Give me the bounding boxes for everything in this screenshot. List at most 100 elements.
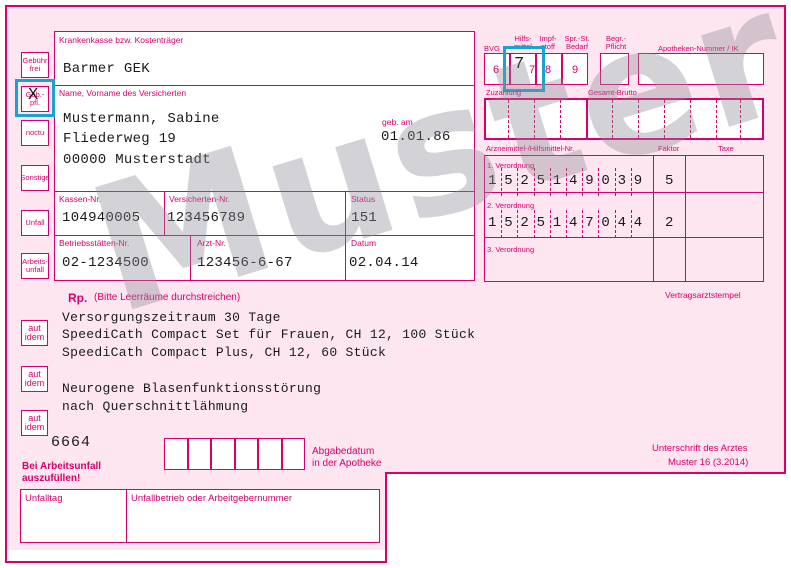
kassennr-value[interactable]: 104940005 [62,211,140,225]
arbeitsunfall-hint-2: auszufüllen! [22,473,81,484]
apotheken-box[interactable] [638,53,764,85]
rp-hint: (Bitte Leerräume durchstreichen) [94,292,241,303]
abgabe-label-2: in der Apotheke [312,458,382,469]
pzn-digit: 9 [633,173,643,189]
pzn-digit: 1 [488,215,497,231]
versnr-value[interactable]: 123456789 [167,211,245,225]
noctu-label: noctu [25,128,45,138]
vo1-faktor[interactable]: 5 [665,174,673,188]
aut-idem-checkbox-3[interactable]: aut idem [21,410,48,436]
name-line-2[interactable]: Fliederweg 19 [63,132,176,146]
apotheken-label: Apotheken-Nummer / IK [658,44,739,53]
digit-separator [582,210,584,238]
unfall-checkbox[interactable]: Unfall [21,210,49,236]
kasse-value[interactable]: Barmer GEK [63,62,150,76]
abgabe-datum-cell[interactable] [164,438,188,470]
rx-line-3[interactable]: SpeediCath Compact Plus, CH 12, 60 Stück [62,346,386,359]
divider [716,100,717,138]
pzn-digit: 0 [601,215,610,231]
rx-line-5[interactable]: Neurogene Blasenfunktionsstörung [62,382,321,395]
blank-area [385,472,786,563]
abgabe-datum-cell[interactable] [234,438,258,470]
aut-idem-label: aut idem [24,412,45,432]
divider [484,237,764,238]
pricing-box[interactable] [484,98,764,140]
digit-separator [598,210,600,238]
vo2-faktor[interactable]: 2 [665,216,673,230]
begr-box[interactable] [600,53,629,85]
sonstige-checkbox[interactable]: Sonstige [20,165,50,191]
rx-line-2[interactable]: SpeediCath Compact Set für Frauen, CH 12… [62,328,475,341]
divider [54,85,475,86]
abgabe-datum-cell[interactable] [187,438,211,470]
unterschrift-label: Unterschrift des Arztes [652,443,748,454]
digit-separator [630,168,632,196]
pzn-digit: 1 [488,173,497,189]
versnr-label: Versicherten-Nr. [169,194,230,204]
digit-separator [630,210,632,238]
digit-separator [517,168,519,196]
pzn-digit: 5 [536,173,545,189]
pzn-digit: 4 [569,173,578,189]
digit-separator [566,168,567,196]
divider [126,489,127,543]
digit-separator [501,210,503,238]
divider [612,100,613,138]
geb-value[interactable]: 01.01.86 [381,130,451,144]
rx-line-6[interactable]: nach Querschnittlähmung [62,400,248,413]
digit-separator [598,168,600,196]
divider [653,155,654,282]
bvg-label: BVG [484,44,500,53]
impfstoff-number: 8 [545,64,552,76]
gesamt-label: Gesamt-Brutto [588,88,637,97]
abgabe-datum-cell[interactable] [258,438,282,470]
arztnr-value[interactable]: 123456-6-67 [197,256,293,270]
divider [164,191,165,235]
abgabe-datum-cell[interactable] [281,438,305,470]
pzn-digit: 9 [585,173,594,189]
arztnr-label: Arzt-Nr. [197,238,226,248]
rx-code: 6664 [51,434,92,451]
aut-idem-checkbox-1[interactable]: aut idem [21,320,48,346]
vo3-label: 3. Verordnung [487,245,535,254]
arbeitsunfall-label: Arbeits- unfall [22,257,48,274]
bsnr-label: Betriebsstätten-Nr. [59,238,130,248]
sonstige-label: Sonstige [20,173,50,183]
gebuehr-frei-checkbox[interactable]: Gebühr frei [21,52,49,78]
name-line-1[interactable]: Mustermann, Sabine [63,112,220,126]
arbeitsunfall-hint-1: Bei Arbeitsunfall [22,461,102,472]
rp-label: Rp. [68,291,88,305]
digit-separator [549,210,551,238]
kassennr-label: Kassen-Nr. [59,194,102,204]
digit-separator [517,210,519,238]
aut-idem-checkbox-2[interactable]: aut idem [21,366,48,392]
abgabe-datum-cell[interactable] [211,438,235,470]
divider [586,98,588,140]
bvg-number: 6 [493,64,500,76]
pzn-digit: 7 [585,215,594,231]
digit-separator [533,210,535,238]
divider [664,100,665,138]
pzn-digit: 2 [520,173,529,189]
rx-line-1[interactable]: Versorgungszeitraum 30 Tage [62,311,281,324]
arzneimittel-label: Arzneimittel-/Hilfsmittel-Nr. [486,144,575,153]
pzn-digit: 5 [536,215,545,231]
digit-separator [533,168,535,196]
arbeitsunfall-checkbox[interactable]: Arbeits- unfall [21,253,49,279]
divider [740,100,741,138]
digit-separator [582,168,584,196]
divider [190,235,191,281]
bsnr-value[interactable]: 02-1234500 [62,256,149,270]
kasse-label: Krankenkasse bzw. Kostenträger [59,35,184,45]
name-line-3[interactable]: 00000 Musterstadt [63,153,211,167]
divider [54,235,475,236]
datum-value[interactable]: 02.04.14 [349,256,419,270]
unfall-label: Unfall [25,218,45,228]
gebuehr-frei-label: Gebühr frei [22,56,48,73]
digit-separator [566,210,567,238]
status-value[interactable]: 151 [351,211,377,225]
datum-label: Datum [351,238,377,248]
pzn-digit: 4 [633,215,643,231]
divider [54,191,475,192]
noctu-checkbox[interactable]: noctu [21,120,49,146]
